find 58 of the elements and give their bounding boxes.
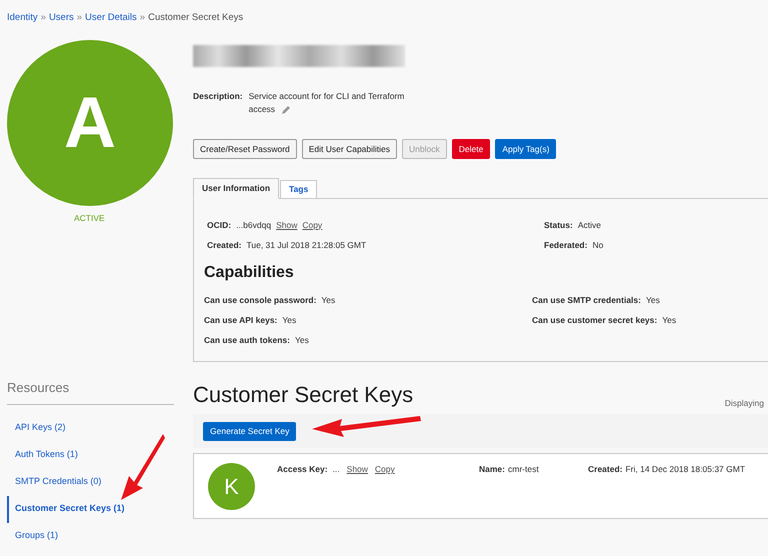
tab[interactable]: User Information xyxy=(193,178,280,199)
field-value: Tue, 31 Jul 2018 21:28:05 GMT xyxy=(246,238,366,252)
edit-pencil-icon[interactable] xyxy=(281,104,292,114)
field-label: Can use console password: xyxy=(204,294,316,306)
field-label: Federated: xyxy=(544,238,588,252)
copy-link[interactable]: Copy xyxy=(374,463,395,476)
breadcrumb-link[interactable]: Identity xyxy=(7,11,38,26)
field-label: Can use customer secret keys: xyxy=(532,314,658,326)
description-text: access xyxy=(248,103,276,116)
action-button[interactable]: Create/Reset Password xyxy=(193,139,297,159)
breadcrumb-link[interactable]: User Details xyxy=(85,11,137,26)
field-value: Yes xyxy=(662,314,676,326)
field-value: Yes xyxy=(282,314,296,326)
field-value: ... xyxy=(332,463,340,476)
breadcrumb-separator: » xyxy=(40,11,46,26)
field-label: Can use API keys: xyxy=(204,314,278,326)
field-label: Name: xyxy=(479,463,505,476)
field-value: Yes xyxy=(321,294,336,306)
show-link[interactable]: Show xyxy=(346,463,368,476)
resource-link[interactable]: API Keys (2) xyxy=(7,414,174,442)
description-text: Service account for for CLI and Terraform xyxy=(248,90,404,103)
annotation-arrow xyxy=(118,432,166,502)
tab[interactable]: Tags xyxy=(280,180,318,199)
field-value: No xyxy=(592,238,604,252)
field-label: Access Key: xyxy=(277,463,328,476)
field-value: Fri, 14 Dec 2018 18:05:37 GMT xyxy=(625,463,746,475)
section-heading: Customer Secret Keys xyxy=(193,382,414,408)
resources-heading: Resources xyxy=(7,378,174,404)
field-label: Created: xyxy=(588,463,622,475)
field-label: Status: xyxy=(544,218,573,232)
breadcrumb-link[interactable]: Users xyxy=(48,11,74,26)
field-value: cmr-test xyxy=(508,463,539,476)
resource-link[interactable]: SMTP Credentials (0) xyxy=(7,468,174,496)
field-value: Yes xyxy=(294,334,309,346)
field-label: Can use SMTP credentials: xyxy=(532,294,641,306)
copy-link[interactable]: Copy xyxy=(302,218,322,232)
field-value: Yes xyxy=(646,294,660,306)
action-button[interactable]: Delete xyxy=(452,139,490,159)
field-label: Can use auth tokens: xyxy=(204,334,290,346)
resource-link[interactable]: Groups (1) xyxy=(7,522,174,550)
show-link[interactable]: Show xyxy=(276,218,298,232)
field-value: Active xyxy=(578,218,601,232)
capabilities-heading: Capabilities xyxy=(204,263,295,283)
description-label: Description: xyxy=(193,90,243,103)
breadcrumb-separator: » xyxy=(140,11,146,26)
generate-key-button[interactable]: Generate Secret Key xyxy=(203,422,296,440)
action-button[interactable]: Edit User Capabilities xyxy=(302,139,398,159)
action-button[interactable]: Apply Tag(s) xyxy=(495,139,556,159)
breadcrumb-current: Customer Secret Keys xyxy=(148,11,244,26)
key-avatar: K xyxy=(208,463,255,510)
field-label: OCID: xyxy=(207,218,232,232)
field-label: Created: xyxy=(207,238,242,252)
breadcrumb-separator: » xyxy=(76,11,82,26)
user-avatar: A xyxy=(7,40,173,206)
field-value: ...b6vdqq xyxy=(236,218,272,232)
result-count: Displaying xyxy=(724,397,764,410)
status-label: ACTIVE xyxy=(74,212,105,225)
resource-link[interactable]: Auth Tokens (1) xyxy=(7,442,174,468)
